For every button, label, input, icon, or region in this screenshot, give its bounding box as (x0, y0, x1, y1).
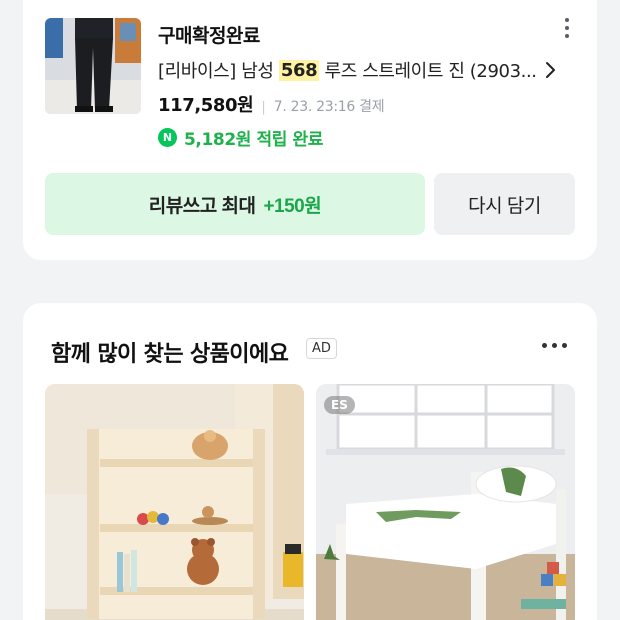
kids-bed-image (316, 384, 575, 620)
product-name[interactable]: [리바이스] 남성 568 루즈 스트레이트 진 (2903... (158, 57, 560, 83)
section-title: 함께 많이 찾는 상품이에요 (51, 342, 289, 367)
add-to-cart-again-button[interactable]: 다시 담기 (434, 173, 575, 235)
ad-badge[interactable]: AD (306, 338, 337, 359)
product-tile[interactable] (45, 384, 304, 620)
divider: | (261, 100, 266, 115)
product-name-highlight: 568 (278, 59, 320, 81)
order-card: 구매확정완료 [리바이스] 남성 568 루즈 스트레이트 진 (2903...… (23, 0, 597, 260)
price: 117,580원 (158, 95, 254, 116)
points-earned: 5,182원 적립 완료 (184, 130, 324, 150)
point-row: N 5,182원 적립 완료 (158, 125, 323, 150)
product-photo (45, 18, 141, 114)
product-thumbnail[interactable] (45, 18, 141, 114)
naver-point-icon: N (158, 128, 177, 147)
write-review-button[interactable]: 리뷰쓰고 최대 +150원 (45, 173, 425, 235)
review-bonus: +150원 (263, 195, 322, 217)
order-status: 구매확정완료 (158, 25, 260, 47)
review-button-label: 리뷰쓰고 최대 (148, 195, 256, 217)
chevron-right-icon[interactable] (539, 59, 561, 81)
price-row: 117,580원 | 7. 23. 23:16 결제 (158, 91, 385, 117)
recommendation-card: 함께 많이 찾는 상품이에요 AD ES (23, 303, 597, 620)
product-name-prefix: [리바이스] 남성 (158, 61, 279, 82)
paid-at: 7. 23. 23:16 결제 (273, 99, 385, 115)
more-horizontal-icon[interactable] (542, 343, 567, 348)
bookshelf-image (45, 384, 304, 620)
product-name-suffix: 루즈 스트레이트 진 (2903... (319, 61, 537, 82)
product-tile[interactable]: ES (316, 384, 575, 620)
es-badge: ES (324, 396, 355, 414)
more-vertical-icon[interactable] (555, 16, 579, 40)
